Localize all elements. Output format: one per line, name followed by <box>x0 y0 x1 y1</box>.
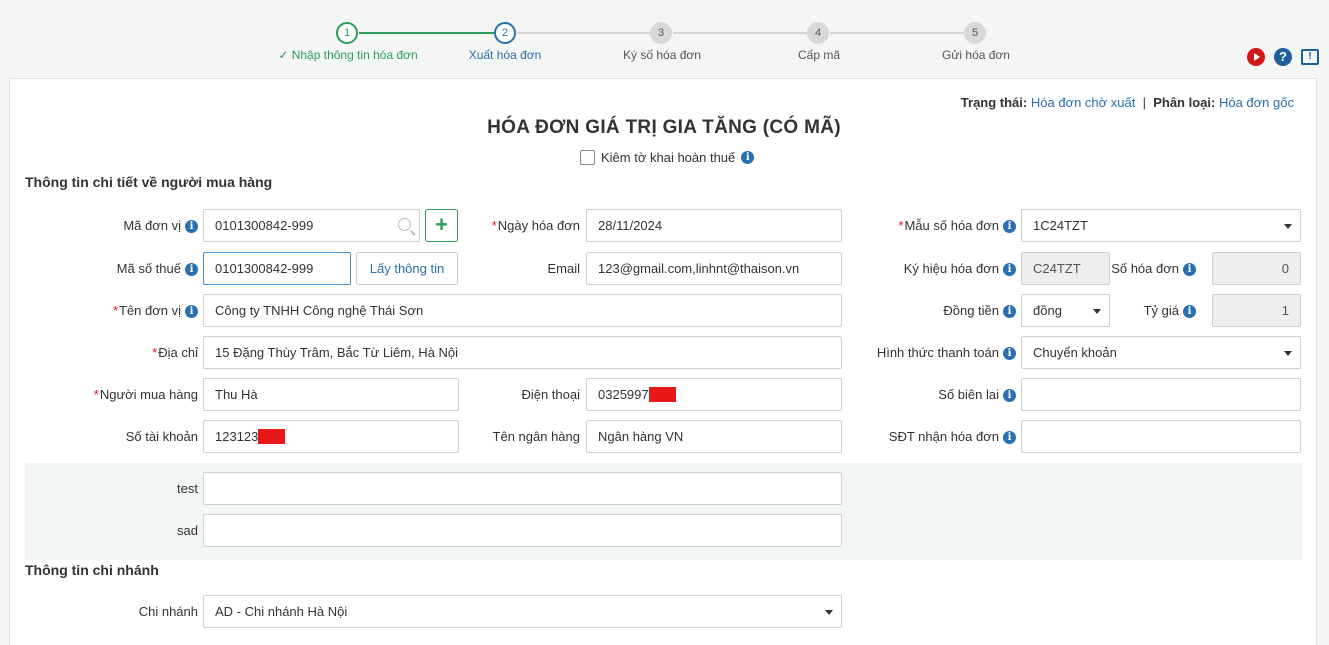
add-unit-button[interactable]: + <box>425 209 458 242</box>
extra-sad-label: sad <box>177 523 198 538</box>
info-icon[interactable]: i <box>1003 347 1016 361</box>
symbol-input: C24TZT <box>1021 252 1110 285</box>
type-value: Hóa đơn gốc <box>1218 95 1294 110</box>
extra-test-label: test <box>177 481 198 496</box>
template-label: *Mẫu số hóa đơn i <box>898 209 1016 242</box>
type-label: Phân loại: <box>1153 95 1216 110</box>
info-icon[interactable]: i <box>185 263 198 277</box>
invoice-number-label: Số hóa đơn i <box>1111 252 1196 285</box>
step-connector <box>830 32 964 34</box>
invoice-status: Trạng thái: Hóa đơn chờ xuất | Phân loại… <box>961 95 1294 110</box>
step-4-label[interactable]: Cấp mã <box>798 48 840 62</box>
info-icon[interactable]: i <box>1003 263 1016 277</box>
progress-stepper: 1 2 3 4 5 ✓ Nhập thông tin hóa đơn Xuất … <box>0 0 1329 70</box>
status-separator: | <box>1142 95 1146 110</box>
step-connector <box>517 32 650 34</box>
lookup-info-button[interactable]: Lấy thông tin <box>356 252 458 285</box>
email-label: Email <box>547 261 580 276</box>
search-icon[interactable] <box>398 218 411 231</box>
currency-label: Đồng tiền i <box>943 294 1016 327</box>
address-label: *Địa chỉ <box>152 345 198 360</box>
info-icon[interactable]: i <box>1003 389 1016 403</box>
bank-name-label: Tên ngân hàng <box>492 429 580 444</box>
unit-code-label: Mã đơn vị i <box>123 209 198 242</box>
info-icon[interactable]: i <box>185 220 198 234</box>
info-icon[interactable]: i <box>741 151 755 164</box>
buyer-section-title: Thông tin chi tiết về người mua hàng <box>25 174 273 190</box>
step-5-circle[interactable]: 5 <box>964 22 986 44</box>
receipt-input[interactable] <box>1021 378 1301 411</box>
status-label: Trạng thái: <box>960 95 1028 110</box>
rate-label: Tỷ giá i <box>1144 294 1196 327</box>
help-icon[interactable]: ? <box>1274 48 1292 66</box>
invoice-form-panel: Trạng thái: Hóa đơn chờ xuất | Phân loại… <box>9 78 1317 645</box>
redaction-mark <box>258 429 286 445</box>
info-icon[interactable]: i <box>1183 305 1196 319</box>
branch-label: Chi nhánh <box>138 604 198 619</box>
tax-code-input[interactable]: 0101300842-999 <box>203 252 351 285</box>
receiver-phone-label: SĐT nhận hóa đơn i <box>889 420 1016 453</box>
top-toolbar: ? ! <box>1247 48 1319 66</box>
step-5-label[interactable]: Gửi hóa đơn <box>942 48 1010 62</box>
bank-name-input[interactable]: Ngân hàng VN <box>586 420 842 453</box>
info-icon[interactable]: i <box>1003 305 1016 319</box>
step-3-label[interactable]: Ký số hóa đơn <box>623 48 701 62</box>
invoice-date-input[interactable]: 28/11/2024 <box>586 209 842 242</box>
phone-label: Điện thoại <box>521 387 580 402</box>
account-no-input[interactable]: 123123 <box>203 420 459 453</box>
template-select[interactable]: 1C24TZT <box>1021 209 1301 242</box>
refund-checkbox-row: Kiêm tờ khai hoàn thuế i <box>580 150 755 165</box>
step-4-circle[interactable]: 4 <box>807 22 829 44</box>
chevron-down-icon <box>1284 224 1292 229</box>
email-input[interactable]: 123@gmail.com,linhnt@thaison.vn <box>586 252 842 285</box>
refund-checkbox-label: Kiêm tờ khai hoàn thuế <box>601 150 736 165</box>
info-icon[interactable]: i <box>1183 263 1196 277</box>
account-no-label: Số tài khoản <box>125 429 198 444</box>
invoice-date-label: *Ngày hóa đơn <box>491 218 580 233</box>
info-icon[interactable]: i <box>185 305 198 319</box>
chevron-down-icon <box>825 610 833 615</box>
invoice-number-input: 0 <box>1212 252 1301 285</box>
step-3-circle[interactable]: 3 <box>650 22 672 44</box>
step-2-circle[interactable]: 2 <box>494 22 516 44</box>
redaction-mark <box>648 387 676 403</box>
receiver-phone-input[interactable] <box>1021 420 1301 453</box>
address-input[interactable]: 15 Đặng Thùy Trâm, Bắc Từ Liêm, Hà Nội <box>203 336 842 369</box>
symbol-label: Ký hiệu hóa đơn i <box>904 252 1016 285</box>
tax-code-label: Mã số thuế i <box>117 252 198 285</box>
page-title: HÓA ĐƠN GIÁ TRỊ GIA TĂNG (CÓ MÃ) <box>487 117 841 138</box>
play-video-icon[interactable] <box>1247 48 1265 66</box>
unit-code-input[interactable]: 0101300842-999 <box>203 209 420 242</box>
branch-select[interactable]: AD - Chi nhánh Hà Nội <box>203 595 842 628</box>
feedback-icon[interactable]: ! <box>1301 49 1319 65</box>
chevron-down-icon <box>1284 351 1292 356</box>
phone-input[interactable]: 0325997 <box>586 378 842 411</box>
extra-sad-input[interactable] <box>203 514 842 547</box>
branch-section-title: Thông tin chi nhánh <box>25 562 159 578</box>
unit-name-input[interactable]: Công ty TNHH Công nghệ Thái Sơn <box>203 294 842 327</box>
receipt-label: Số biên lai i <box>938 378 1016 411</box>
status-value: Hóa đơn chờ xuất <box>1030 95 1136 110</box>
info-icon[interactable]: i <box>1003 220 1016 234</box>
buyer-name-input[interactable]: Thu Hà <box>203 378 459 411</box>
buyer-name-label: *Người mua hàng <box>93 387 198 402</box>
step-connector <box>673 32 807 34</box>
payment-label: Hình thức thanh toán i <box>877 336 1016 369</box>
payment-select[interactable]: Chuyển khoản <box>1021 336 1301 369</box>
chevron-down-icon <box>1093 309 1101 314</box>
rate-input: 1 <box>1212 294 1301 327</box>
step-connector <box>359 32 494 34</box>
step-1-circle[interactable]: 1 <box>336 22 358 44</box>
refund-checkbox[interactable] <box>580 150 595 165</box>
step-2-label[interactable]: Xuất hóa đơn <box>469 48 542 62</box>
currency-select[interactable]: đồng <box>1021 294 1110 327</box>
step-1-label[interactable]: ✓ Nhập thông tin hóa đơn <box>278 48 417 62</box>
extra-test-input[interactable] <box>203 472 842 505</box>
info-icon[interactable]: i <box>1003 431 1016 445</box>
unit-name-label: *Tên đơn vị i <box>113 294 198 327</box>
